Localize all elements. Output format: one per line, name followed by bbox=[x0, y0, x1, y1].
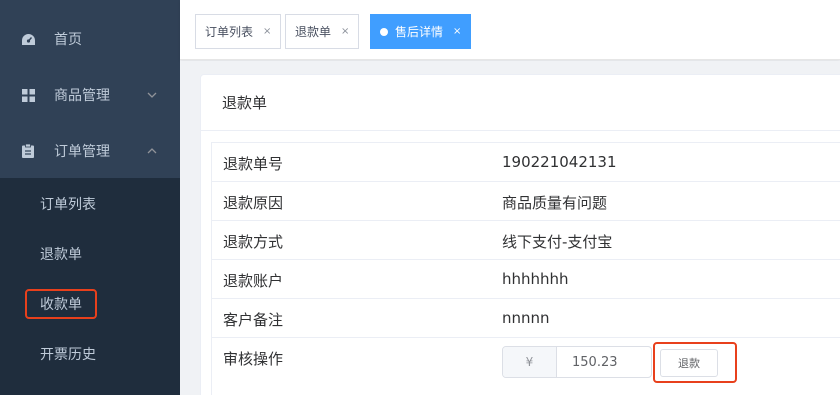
tab-refund[interactable]: 退款单 × bbox=[285, 14, 360, 49]
sidebar-item-home[interactable]: 首页 bbox=[0, 11, 180, 67]
submenu-item-invoice-history[interactable]: 开票历史 bbox=[0, 329, 180, 379]
table-row: 退款原因 商品质量有问题 bbox=[211, 182, 840, 221]
dashboard-icon bbox=[20, 31, 36, 47]
table-row: 退款账户 hhhhhhh bbox=[211, 260, 840, 299]
refund-amount-input[interactable]: 150.23 bbox=[557, 347, 651, 377]
main-content: 退款单 退款单号 190221042131 退款原因 商品质量有问题 退款方式 … bbox=[180, 61, 840, 395]
chevron-up-icon bbox=[147, 148, 157, 154]
submenu-item-label: 开票历史 bbox=[40, 347, 96, 363]
table-row: 退款方式 线下支付-支付宝 bbox=[211, 221, 840, 260]
row-key: 退款原因 bbox=[223, 194, 284, 212]
row-key: 退款单号 bbox=[223, 155, 284, 173]
row-key: 审核操作 bbox=[223, 350, 284, 368]
table-row: 退款单号 190221042131 bbox=[211, 143, 840, 182]
card-title: 退款单 bbox=[201, 75, 840, 131]
row-value: 线下支付-支付宝 bbox=[502, 233, 613, 251]
sidebar-item-label: 首页 bbox=[54, 32, 82, 48]
sidebar-item-orders[interactable]: 订单管理 bbox=[0, 123, 180, 179]
sidebar-item-label: 商品管理 bbox=[54, 88, 110, 104]
tabs-bar: 订单列表 × 退款单 × 售后详情 × bbox=[180, 0, 840, 60]
table-row: 客户备注 nnnnn bbox=[211, 299, 840, 338]
orders-submenu: 订单列表 退款单 收款单 开票历史 bbox=[0, 178, 180, 395]
active-dot-icon bbox=[380, 27, 388, 36]
close-icon[interactable]: × bbox=[263, 26, 271, 37]
refund-button[interactable]: 退款 bbox=[660, 349, 718, 377]
row-value: 190221042131 bbox=[502, 153, 617, 171]
tab-label: 退款单 bbox=[295, 25, 332, 39]
review-row: 审核操作 ¥ 150.23 退款 bbox=[211, 338, 840, 395]
submenu-item-label: 退款单 bbox=[40, 247, 82, 263]
sidebar: 首页 商品管理 订单管理 订单列表 退款单 收款单 开票历史 bbox=[0, 0, 180, 395]
tab-order-list[interactable]: 订单列表 × bbox=[195, 14, 282, 49]
row-key: 退款方式 bbox=[223, 233, 284, 251]
refund-button-highlight: 退款 bbox=[653, 342, 737, 383]
submenu-item-order-list[interactable]: 订单列表 bbox=[0, 179, 180, 229]
sidebar-item-products[interactable]: 商品管理 bbox=[0, 67, 180, 123]
chevron-down-icon bbox=[147, 92, 157, 98]
row-key: 客户备注 bbox=[223, 311, 284, 329]
sidebar-item-label: 订单管理 bbox=[54, 144, 110, 160]
tab-after-sale-detail[interactable]: 售后详情 × bbox=[370, 14, 472, 49]
submenu-item-label: 收款单 bbox=[25, 289, 97, 319]
submenu-item-refund[interactable]: 退款单 bbox=[0, 229, 180, 279]
close-icon[interactable]: × bbox=[453, 26, 461, 37]
row-value: 商品质量有问题 bbox=[502, 194, 608, 212]
row-value: nnnnn bbox=[502, 309, 550, 327]
tab-label: 订单列表 bbox=[205, 25, 254, 39]
currency-prefix: ¥ bbox=[503, 347, 557, 377]
submenu-item-receipt[interactable]: 收款单 bbox=[0, 279, 180, 329]
refund-detail-table: 退款单号 190221042131 退款原因 商品质量有问题 退款方式 线下支付… bbox=[211, 142, 840, 395]
grid-icon bbox=[20, 87, 36, 103]
refund-card: 退款单 退款单号 190221042131 退款原因 商品质量有问题 退款方式 … bbox=[200, 74, 840, 395]
tab-label: 售后详情 bbox=[395, 25, 444, 39]
clipboard-icon bbox=[20, 143, 36, 159]
row-value: hhhhhhh bbox=[502, 270, 569, 288]
submenu-item-label: 订单列表 bbox=[40, 197, 96, 213]
row-key: 退款账户 bbox=[223, 272, 284, 290]
refund-amount-input-group: ¥ 150.23 bbox=[502, 346, 652, 378]
close-icon[interactable]: × bbox=[341, 26, 349, 37]
